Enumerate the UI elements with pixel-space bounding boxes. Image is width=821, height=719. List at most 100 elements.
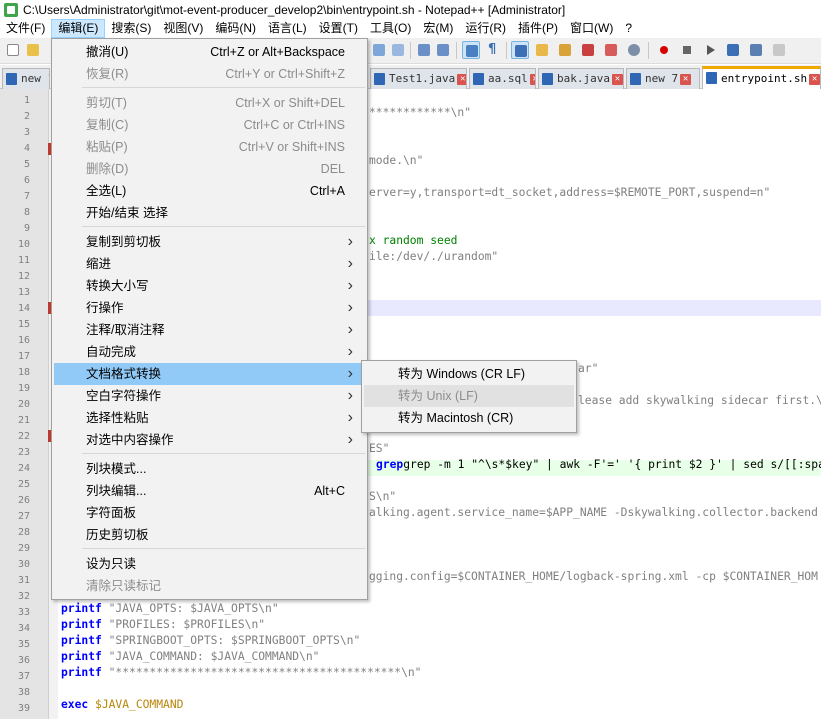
menu-macro[interactable]: 宏(M): [417, 19, 459, 38]
edit-menu-item-delete[interactable]: 删除(D) DEL: [54, 158, 365, 180]
menu-separator: [82, 87, 365, 88]
tab-close-icon[interactable]: ✕: [529, 73, 535, 85]
edit-menu-item-blank-operations[interactable]: 空白字符操作 ›: [54, 385, 365, 407]
folder-workspace-icon[interactable]: [579, 41, 597, 59]
edit-menu-item-auto-completion[interactable]: 自动完成 ›: [54, 341, 365, 363]
tab-close-icon[interactable]: ✕: [457, 73, 466, 85]
save-macro-icon[interactable]: [747, 41, 765, 59]
monitoring-icon[interactable]: [625, 41, 643, 59]
line-number: 27: [17, 511, 30, 522]
menu-edit[interactable]: 编辑(E): [51, 19, 106, 38]
edit-menu-item-paste-special[interactable]: 选择性粘贴 ›: [54, 407, 365, 429]
submenu-item-to-unix-lf[interactable]: 转为 Unix (LF): [364, 385, 574, 407]
menu-item-label: 转为 Unix (LF): [398, 389, 478, 403]
zoom-in-icon[interactable]: [415, 41, 433, 59]
code-keyword: grep: [376, 458, 404, 471]
menu-search[interactable]: 搜索(S): [105, 19, 157, 38]
menu-tools[interactable]: 工具(O): [364, 19, 417, 38]
edit-menu-item-select-all[interactable]: 全选(L) Ctrl+A: [54, 180, 365, 202]
show-all-characters-icon[interactable]: ¶: [485, 41, 503, 59]
menu-language[interactable]: 语言(L): [262, 19, 313, 38]
project-panel-icon[interactable]: [602, 41, 620, 59]
edit-menu-item-comment-uncomment[interactable]: 注释/取消注释 ›: [54, 319, 365, 341]
file-saved-icon: [706, 72, 717, 84]
menu-plugins[interactable]: 插件(P): [512, 19, 564, 38]
run-macro-multiple-icon[interactable]: [724, 41, 742, 59]
menu-view[interactable]: 视图(V): [157, 19, 209, 38]
menu-separator: [82, 226, 365, 227]
tab-close-icon[interactable]: ✕: [809, 73, 820, 85]
document-map-icon[interactable]: [533, 41, 551, 59]
menu-item-label: 字符面板: [86, 506, 137, 520]
menu-item-shortcut: Ctrl+Y or Ctrl+Shift+Z: [225, 67, 345, 81]
tab-close-icon[interactable]: ✕: [680, 73, 692, 85]
edit-menu-item-copy[interactable]: 复制(C) Ctrl+C or Ctrl+INS: [54, 114, 365, 136]
submenu-item-to-macintosh-cr[interactable]: 转为 Macintosh (CR): [364, 407, 574, 429]
edit-menu-item-set-read-only[interactable]: 设为只读: [54, 553, 365, 575]
function-list-icon[interactable]: [556, 41, 574, 59]
menu-settings[interactable]: 设置(T): [313, 19, 364, 38]
menu-help[interactable]: ?: [619, 19, 638, 38]
play-macro-icon[interactable]: [701, 41, 719, 59]
edit-menu-item-undo[interactable]: 撤消(U) Ctrl+Z or Alt+Backspace: [54, 41, 365, 63]
edit-menu-item-clipboard-history[interactable]: 历史剪切板: [54, 524, 365, 546]
line-number: 21: [17, 415, 30, 426]
code-line-4: mode.\n": [369, 154, 424, 167]
edit-menu-dropdown: 撤消(U) Ctrl+Z or Alt+Backspace 恢复(R) Ctrl+Y …: [51, 38, 368, 600]
edit-menu-item-redo[interactable]: 恢复(R) Ctrl+Y or Ctrl+Shift+Z: [54, 63, 365, 85]
edit-menu-item-copy-to-clipboard[interactable]: 复制到剪切板 ›: [54, 231, 365, 253]
edit-menu-item-on-selection[interactable]: 对选中内容操作 ›: [54, 429, 365, 451]
edit-menu-item-paste[interactable]: 粘贴(P) Ctrl+V or Shift+INS: [54, 136, 365, 158]
open-file-icon[interactable]: [24, 41, 42, 59]
code-line-2: ************\n": [369, 106, 472, 119]
code-keyword: exec: [61, 698, 89, 711]
menu-item-label: 粘贴(P): [86, 140, 128, 154]
tab-new-1[interactable]: new 1: [2, 68, 50, 89]
edit-menu-item-eol-conversion[interactable]: 文档格式转换 ›: [54, 363, 365, 385]
record-macro-icon[interactable]: [655, 41, 673, 59]
menu-item-label: 恢复(R): [86, 67, 129, 81]
menu-item-label: 转换大小写: [86, 279, 149, 293]
line-number: 9: [23, 223, 30, 234]
tab-close-icon[interactable]: ✕: [611, 73, 623, 85]
code-line-24-rest: grep -m 1 "^\s*$key" | awk -F'=' '{ prin…: [403, 458, 821, 471]
zoom-out-icon[interactable]: [434, 41, 452, 59]
edit-menu-item-character-panel[interactable]: 字符面板: [54, 502, 365, 524]
tab-test1-java[interactable]: Test1.java ✕: [370, 68, 467, 89]
edit-menu-item-cut[interactable]: 剪切(T) Ctrl+X or Shift+DEL: [54, 92, 365, 114]
menu-file[interactable]: 文件(F): [0, 19, 51, 38]
replace-icon[interactable]: [389, 41, 407, 59]
edit-menu-item-column-editor[interactable]: 列块编辑... Alt+C: [54, 480, 365, 502]
sync-scroll-icon[interactable]: [462, 41, 480, 59]
edit-menu-item-clear-read-only-flag[interactable]: 清除只读标记: [54, 575, 365, 597]
menu-encoding[interactable]: 编码(N): [209, 19, 262, 38]
line-number: 39: [17, 703, 30, 714]
window-title: C:\Users\Administrator\git\mot-event-pro…: [23, 2, 566, 17]
edit-menu-item-convert-case[interactable]: 转换大小写 ›: [54, 275, 365, 297]
menu-window[interactable]: 窗口(W): [564, 19, 619, 38]
stop-macro-icon[interactable]: [678, 41, 696, 59]
submenu-item-to-windows-crlf[interactable]: 转为 Windows (CR LF): [364, 363, 574, 385]
line-number: 16: [17, 335, 30, 346]
tab-bak-java[interactable]: bak.java ✕: [538, 68, 624, 89]
code-line-23: ES": [369, 442, 390, 455]
menu-item-label: 行操作: [86, 301, 124, 315]
spell-check-icon[interactable]: [770, 41, 788, 59]
edit-menu-item-line-operations[interactable]: 行操作 ›: [54, 297, 365, 319]
code-line-31: gging.config=$CONTAINER_HOME/logback-spr…: [369, 570, 818, 583]
indent-guide-icon[interactable]: [511, 41, 529, 59]
code-line-24: grepgrep -m 1 "^\s*$key" | awk -F'=' '{ …: [376, 457, 821, 473]
edit-menu-item-begin-end-select[interactable]: 开始/结束 选择: [54, 202, 365, 224]
tab-new-7[interactable]: new 7 ✕: [626, 68, 700, 89]
chevron-right-icon: ›: [347, 277, 353, 294]
edit-menu-item-column-mode[interactable]: 列块模式...: [54, 458, 365, 480]
code-line-39: exec $JAVA_COMMAND: [61, 697, 183, 713]
menu-run[interactable]: 运行(R): [459, 19, 512, 38]
tab-aa-sql[interactable]: aa.sql✕: [469, 68, 536, 89]
edit-menu-item-indent[interactable]: 缩进 ›: [54, 253, 365, 275]
line-number: 5: [23, 159, 30, 170]
find-icon[interactable]: [370, 41, 388, 59]
code-string: "***************************************…: [101, 666, 422, 679]
new-file-icon[interactable]: [4, 41, 22, 59]
tab-entrypoint-sh[interactable]: entrypoint.sh ✕: [702, 66, 821, 90]
